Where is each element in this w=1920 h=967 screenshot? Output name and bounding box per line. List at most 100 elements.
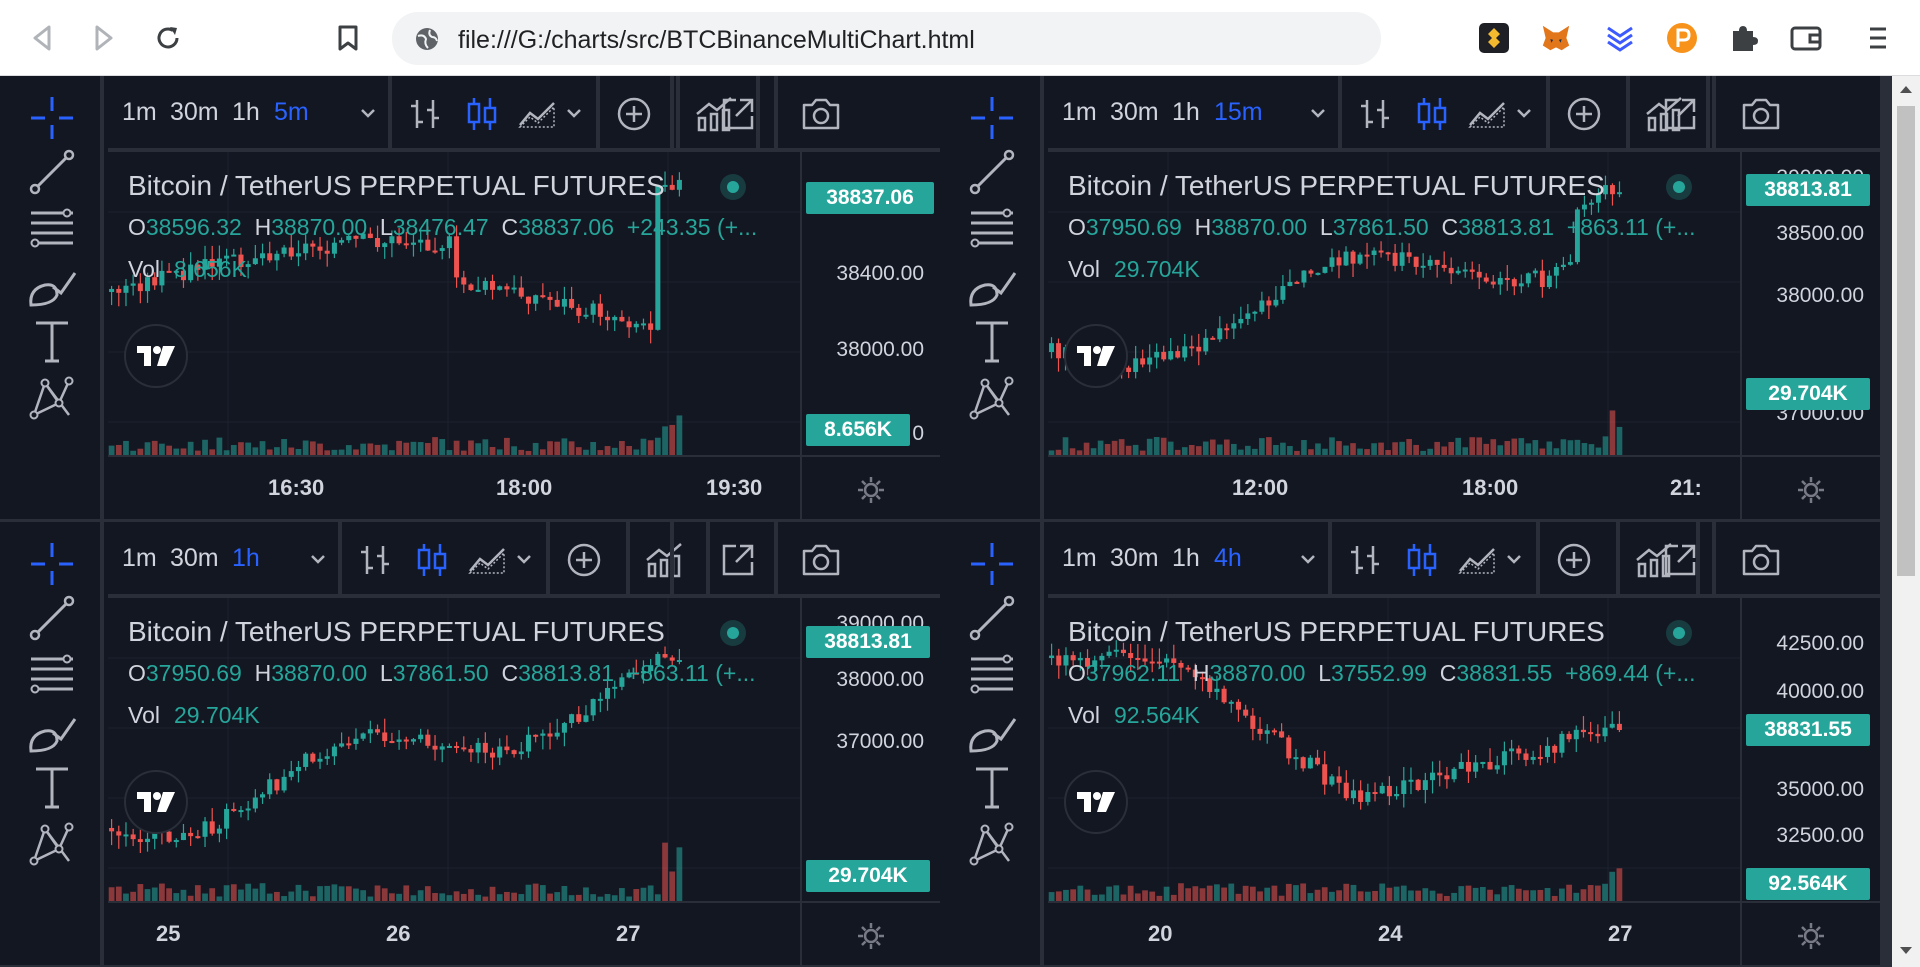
vertical-scrollbar[interactable] <box>1892 76 1920 967</box>
price-axis[interactable]: 39000.00 38000.00 37000.00 38813.81 29.704K <box>800 598 940 901</box>
bars-chart-icon[interactable] <box>356 540 396 580</box>
text-tool-icon[interactable] <box>24 760 80 816</box>
fib-retracement-tool-icon[interactable] <box>964 202 1020 258</box>
bookmark-button[interactable] <box>330 20 366 56</box>
candles-chart-icon[interactable] <box>462 94 502 134</box>
scroll-thumb[interactable] <box>1897 106 1915 576</box>
trend-line-tool-icon[interactable] <box>964 590 1020 646</box>
metamask-extension-icon[interactable] <box>1540 22 1572 54</box>
fullscreen-popout-icon[interactable] <box>718 540 758 580</box>
tradingview-logo[interactable] <box>124 770 188 834</box>
timeframe-1h-button[interactable]: 1h <box>1172 544 1200 573</box>
pattern-tool-icon[interactable] <box>964 816 1020 872</box>
bars-chart-icon[interactable] <box>1346 540 1386 580</box>
timeframe-1m-button[interactable]: 1m <box>122 544 157 573</box>
binance-extension-icon[interactable] <box>1478 22 1510 54</box>
symbol-title[interactable]: Bitcoin / TetherUS PERPETUAL FUTURES <box>1068 170 1605 202</box>
bars-chart-icon[interactable] <box>1356 94 1396 134</box>
chevron-down-icon[interactable] <box>566 107 582 119</box>
chevrons-extension-icon[interactable] <box>1604 22 1636 54</box>
area-chart-icon[interactable] <box>518 94 558 134</box>
pattern-tool-icon[interactable] <box>964 370 1020 426</box>
fullscreen-popout-icon[interactable] <box>1660 540 1700 580</box>
crosshair-tool-icon[interactable] <box>24 90 80 146</box>
timeframe-30m-button[interactable]: 30m <box>170 98 219 127</box>
brush-tool-icon[interactable] <box>24 706 80 762</box>
symbol-title[interactable]: Bitcoin / TetherUS PERPETUAL FUTURES <box>128 616 665 648</box>
tradingview-logo[interactable] <box>1064 324 1128 388</box>
pattern-tool-icon[interactable] <box>24 816 80 872</box>
screenshot-camera-icon[interactable] <box>1738 540 1784 580</box>
compare-symbol-icon[interactable] <box>564 540 604 580</box>
chevron-down-icon[interactable] <box>360 107 376 119</box>
symbol-title[interactable]: Bitcoin / TetherUS PERPETUAL FUTURES <box>128 170 665 202</box>
chevron-down-icon[interactable] <box>1516 107 1532 119</box>
screenshot-camera-icon[interactable] <box>798 540 844 580</box>
crosshair-tool-icon[interactable] <box>964 90 1020 146</box>
crosshair-tool-icon[interactable] <box>964 536 1020 592</box>
timeframe-1m-button[interactable]: 1m <box>1062 98 1097 127</box>
screenshot-camera-icon[interactable] <box>1738 94 1784 134</box>
trend-line-tool-icon[interactable] <box>24 144 80 200</box>
chevron-down-icon[interactable] <box>310 553 326 565</box>
time-axis[interactable]: 20 24 27 <box>1048 901 1740 965</box>
scroll-down-icon[interactable] <box>1899 946 1913 956</box>
timeframe-1m-button[interactable]: 1m <box>1062 544 1097 573</box>
fib-retracement-tool-icon[interactable] <box>24 202 80 258</box>
chevron-down-icon[interactable] <box>1506 553 1522 565</box>
price-axis[interactable]: 38400.00 38000.00 0 38837.06 8.656K <box>800 152 940 455</box>
settings-gear-icon[interactable] <box>1796 475 1826 505</box>
compare-symbol-icon[interactable] <box>614 94 654 134</box>
time-axis[interactable]: 12:00 18:00 21: <box>1048 455 1740 519</box>
timeframe-15m-button[interactable]: 15m <box>1214 98 1263 127</box>
timeframe-4h-button[interactable]: 4h <box>1214 544 1242 573</box>
fullscreen-popout-icon[interactable] <box>718 94 758 134</box>
bars-chart-icon[interactable] <box>406 94 446 134</box>
fullscreen-popout-icon[interactable] <box>1660 94 1700 134</box>
area-chart-icon[interactable] <box>1458 540 1498 580</box>
wallet-icon[interactable] <box>1790 22 1822 54</box>
settings-gear-icon[interactable] <box>856 921 886 951</box>
candles-chart-icon[interactable] <box>1402 540 1442 580</box>
settings-gear-icon[interactable] <box>1796 921 1826 951</box>
pattern-tool-icon[interactable] <box>24 370 80 426</box>
compare-symbol-icon[interactable] <box>1564 94 1604 134</box>
fib-retracement-tool-icon[interactable] <box>964 648 1020 704</box>
text-tool-icon[interactable] <box>24 314 80 370</box>
timeframe-30m-button[interactable]: 30m <box>1110 98 1159 127</box>
chevron-down-icon[interactable] <box>516 553 532 565</box>
price-axis[interactable]: 42500.0040000.0037500.0035000.0032500.00… <box>1740 598 1880 901</box>
crosshair-tool-icon[interactable] <box>24 536 80 592</box>
time-axis[interactable]: 25 26 27 <box>108 901 800 965</box>
tradingview-logo[interactable] <box>124 324 188 388</box>
timeframe-1h-button[interactable]: 1h <box>232 98 260 127</box>
candles-chart-icon[interactable] <box>412 540 452 580</box>
compare-symbol-icon[interactable] <box>1554 540 1594 580</box>
scroll-up-icon[interactable] <box>1899 84 1913 94</box>
indicators-icon[interactable] <box>644 540 684 580</box>
time-axis[interactable]: 16:30 18:00 19:30 <box>108 455 800 519</box>
forward-button[interactable] <box>86 20 122 56</box>
price-axis[interactable]: 39000.0038500.0038000.0037000.0038813.81… <box>1740 152 1880 455</box>
symbol-title[interactable]: Bitcoin / TetherUS PERPETUAL FUTURES <box>1068 616 1605 648</box>
brush-tool-icon[interactable] <box>24 260 80 316</box>
area-chart-icon[interactable] <box>1468 94 1508 134</box>
timeframe-5m-button[interactable]: 5m <box>274 98 309 127</box>
trend-line-tool-icon[interactable] <box>964 144 1020 200</box>
timeframe-30m-button[interactable]: 30m <box>170 544 219 573</box>
timeframe-1h-button[interactable]: 1h <box>232 544 260 573</box>
reload-button[interactable] <box>150 20 186 56</box>
screenshot-camera-icon[interactable] <box>798 94 844 134</box>
back-button[interactable] <box>24 20 60 56</box>
fib-retracement-tool-icon[interactable] <box>24 648 80 704</box>
settings-gear-icon[interactable] <box>856 475 886 505</box>
tradingview-logo[interactable] <box>1064 770 1128 834</box>
brush-tool-icon[interactable] <box>964 706 1020 762</box>
brush-tool-icon[interactable] <box>964 260 1020 316</box>
menu-icon[interactable] <box>1862 22 1894 54</box>
timeframe-1m-button[interactable]: 1m <box>122 98 157 127</box>
timeframe-30m-button[interactable]: 30m <box>1110 544 1159 573</box>
chevron-down-icon[interactable] <box>1300 553 1316 565</box>
address-bar[interactable]: file:///G:/charts/src/BTCBinanceMultiCha… <box>392 12 1381 65</box>
timeframe-1h-button[interactable]: 1h <box>1172 98 1200 127</box>
